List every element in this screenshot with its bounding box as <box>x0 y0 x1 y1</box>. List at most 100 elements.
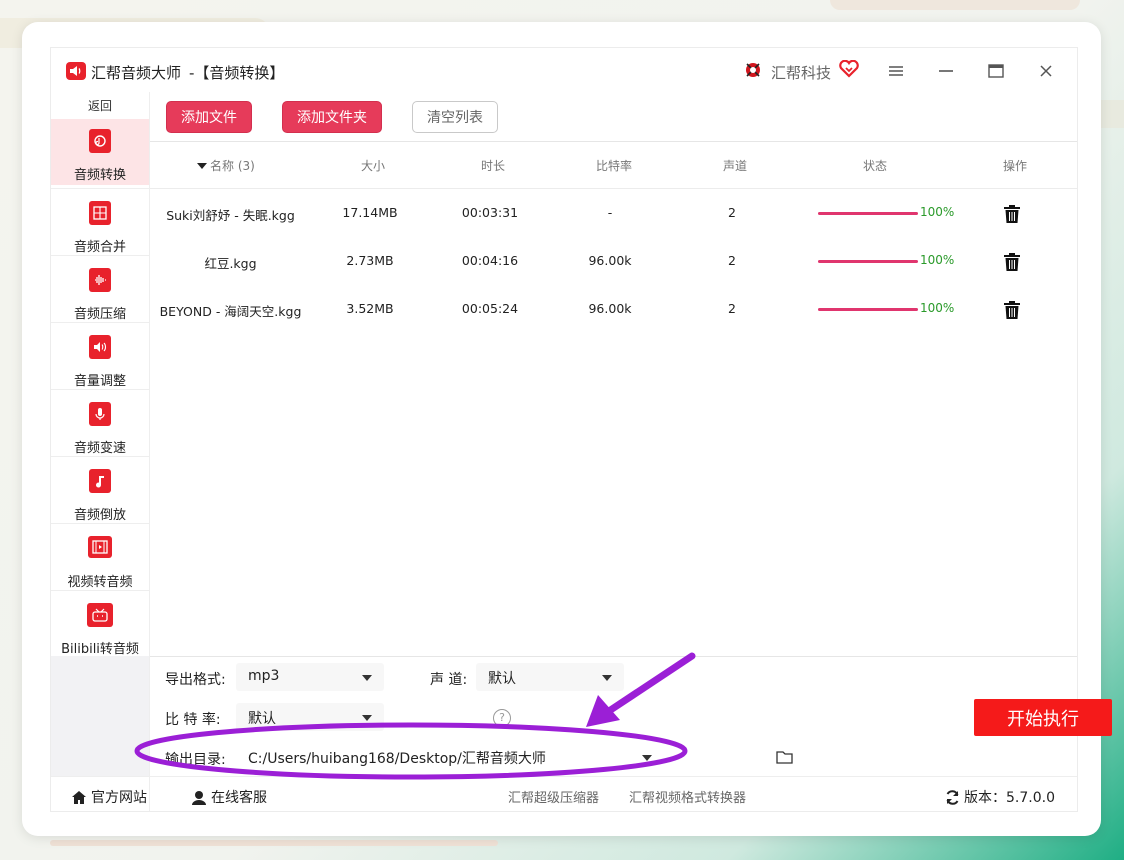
sidebar-item-label: 音频压缩 <box>73 307 126 322</box>
file-channels: 2 <box>728 253 736 268</box>
divider <box>51 456 149 457</box>
background-strip <box>50 840 498 846</box>
heart-icon[interactable] <box>839 59 859 82</box>
column-header-actions: 操作 <box>1002 159 1027 173</box>
file-name: 红豆.kgg <box>204 256 257 271</box>
website-link[interactable]: 官方网站 <box>71 787 147 807</box>
sidebar-item-audio-convert[interactable]: 音频转换 <box>51 119 149 185</box>
divider <box>51 389 149 390</box>
chevron-down-icon <box>602 675 612 681</box>
divider <box>51 590 149 591</box>
add-folder-button[interactable]: 添加文件夹 <box>282 101 382 133</box>
bitrate-label: 比 特 率: <box>165 712 221 728</box>
table-row[interactable]: BEYOND - 海阔天空.kgg 3.52MB 00:05:24 96.00k… <box>150 285 1077 333</box>
progress-bar <box>818 308 918 311</box>
column-header-channels: 声道 <box>722 159 747 173</box>
minimize-icon[interactable] <box>931 58 961 84</box>
column-header-name[interactable]: 名称 (3) <box>197 157 255 174</box>
refresh-icon <box>946 789 959 805</box>
progress-bar <box>818 212 918 215</box>
file-name: BEYOND - 海阔天空.kgg <box>159 304 302 319</box>
sidebar-item-bilibili[interactable]: Bilibili转音频 <box>51 593 149 659</box>
progress-bar <box>818 260 918 263</box>
start-button[interactable]: 开始执行 <box>974 699 1112 736</box>
column-header-duration: 时长 <box>480 159 505 173</box>
bitrate-select[interactable]: 默认 <box>236 703 384 731</box>
channel-value: 默认 <box>488 671 516 687</box>
sidebar-footer-area <box>51 656 149 776</box>
file-channels: 2 <box>728 301 736 316</box>
file-name: Suki刘舒妤 - 失眠.kgg <box>166 208 295 223</box>
trash-icon[interactable] <box>1003 300 1021 320</box>
app-window: 汇帮音频大师 -【音频转换】 汇帮科技 返回 音频转换 音频合并 音频压缩 音量… <box>50 47 1112 812</box>
format-select[interactable]: mp3 <box>236 663 384 691</box>
trash-icon[interactable] <box>1003 204 1021 224</box>
support-link[interactable]: 在线客服 <box>191 787 267 807</box>
file-bitrate: - <box>607 205 613 220</box>
background-strip <box>830 0 1080 10</box>
sidebar-item-audio-merge[interactable]: 音频合并 <box>51 191 149 257</box>
divider <box>150 141 1077 142</box>
sidebar-item-volume[interactable]: 音量调整 <box>51 325 149 391</box>
title-bar: 汇帮音频大师 -【音频转换】 汇帮科技 <box>51 48 1077 92</box>
app-logo-icon <box>66 62 86 80</box>
file-channels: 2 <box>728 205 736 220</box>
sidebar-item-reverse[interactable]: 音频倒放 <box>51 459 149 525</box>
music-note-icon <box>89 469 111 493</box>
version-label: 版本：5.7.0.0 <box>964 790 1055 806</box>
back-link[interactable]: 返回 <box>51 97 149 114</box>
support-label: 在线客服 <box>211 790 267 806</box>
sidebar-item-label: 音频变速 <box>73 441 126 456</box>
output-dir-select[interactable]: C:/Users/huibang168/Desktop/汇帮音频大师 <box>236 743 664 771</box>
sidebar-item-label: 音频合并 <box>73 240 126 255</box>
compressor-link[interactable]: 汇帮超级压缩器 <box>508 787 599 806</box>
table-row[interactable]: 红豆.kgg 2.73MB 00:04:16 96.00k 2 100% <box>150 237 1077 285</box>
output-settings-panel: 导出格式: mp3 声 道: 默认 比 特 率: 默认 ? 输出目录: C:/U… <box>150 656 1112 777</box>
help-icon[interactable]: ? <box>493 709 511 727</box>
sidebar-item-label: Bilibili转音频 <box>61 642 139 657</box>
divider <box>51 322 149 323</box>
brand-logo-icon <box>743 60 763 80</box>
home-icon <box>72 790 86 804</box>
chevron-down-icon <box>362 675 372 681</box>
brand-name: 汇帮科技 <box>771 64 832 82</box>
page-subtitle: -【音频转换】 <box>189 64 285 82</box>
sidebar-item-label: 音频倒放 <box>73 508 126 523</box>
divider <box>51 523 149 524</box>
table-row[interactable]: Suki刘舒妤 - 失眠.kgg 17.14MB 00:03:31 - 2 10… <box>150 189 1077 237</box>
file-size: 17.14MB <box>342 205 398 220</box>
sidebar-item-audio-compress[interactable]: 音频压缩 <box>51 258 149 324</box>
divider <box>51 255 149 256</box>
website-label: 官方网站 <box>91 790 147 806</box>
clear-list-button[interactable]: 清空列表 <box>412 101 498 133</box>
sidebar-item-label: 音量调整 <box>73 374 126 389</box>
progress-percent: 100% <box>920 205 955 219</box>
maximize-icon[interactable] <box>981 58 1011 84</box>
version-info[interactable]: 版本：5.7.0.0 <box>945 787 1055 807</box>
microphone-icon <box>89 402 111 426</box>
close-icon[interactable] <box>1031 58 1061 84</box>
video-converter-link[interactable]: 汇帮视频格式转换器 <box>629 787 746 806</box>
file-size: 3.52MB <box>346 301 394 316</box>
add-file-button[interactable]: 添加文件 <box>166 101 252 133</box>
trash-icon[interactable] <box>1003 252 1021 272</box>
sidebar-item-label: 视频转音频 <box>67 575 133 590</box>
sidebar-item-speed[interactable]: 音频变速 <box>51 392 149 458</box>
sidebar-item-video-to-audio[interactable]: 视频转音频 <box>51 526 149 592</box>
audio-convert-icon <box>89 129 111 153</box>
menu-icon[interactable] <box>881 58 911 84</box>
column-header-size: 大小 <box>360 159 385 173</box>
sidebar: 返回 音频转换 音频合并 音频压缩 音量调整 音频变速 音频倒放 视频转音频 B… <box>51 92 150 811</box>
folder-icon[interactable] <box>776 750 794 768</box>
background-strip <box>1100 100 1124 128</box>
file-bitrate: 96.00k <box>588 253 632 268</box>
file-duration: 00:03:31 <box>461 205 519 220</box>
film-icon <box>88 536 112 558</box>
divider <box>51 188 149 189</box>
file-size: 2.73MB <box>346 253 394 268</box>
channel-select[interactable]: 默认 <box>476 663 624 691</box>
footer-bar: 官方网站 在线客服 汇帮超级压缩器 汇帮视频格式转换器 版本：5.7.0.0 <box>51 776 1077 812</box>
user-icon <box>192 790 206 805</box>
format-value: mp3 <box>248 668 280 684</box>
output-dir-value: C:/Users/huibang168/Desktop/汇帮音频大师 <box>248 751 546 767</box>
